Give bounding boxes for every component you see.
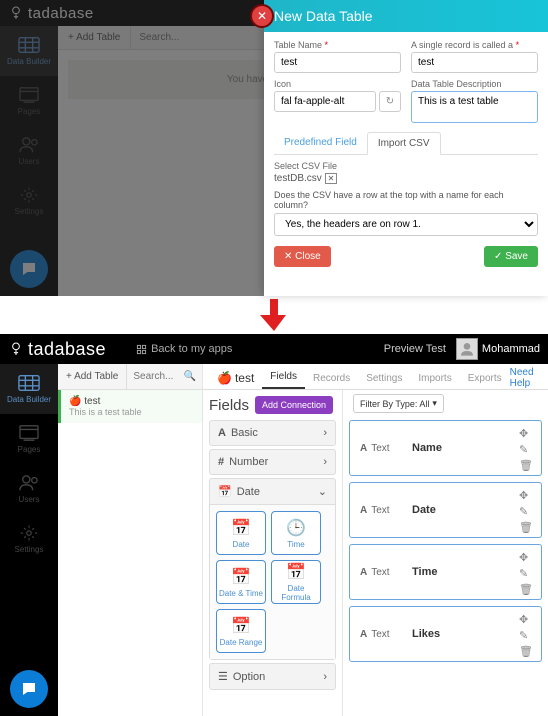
user-avatar[interactable] <box>456 338 478 360</box>
preview-link[interactable]: Preview Test <box>384 343 446 355</box>
accordion-date[interactable]: 📅Date⌄ <box>210 479 335 504</box>
chevron-right-icon: › <box>323 671 327 683</box>
chevron-right-icon: › <box>323 427 327 439</box>
close-button[interactable]: ✕ Close <box>274 246 331 267</box>
back-to-apps-link[interactable]: Back to my apps <box>136 343 232 355</box>
field-type-date-range[interactable]: 📅Date Range <box>216 609 266 653</box>
sidebar-item-pages[interactable]: Pages <box>0 76 58 126</box>
table-name-label: Table Name * <box>274 40 401 50</box>
tab-settings[interactable]: Settings <box>358 368 410 389</box>
delete-icon[interactable]: 🗑 <box>519 521 533 534</box>
delete-icon[interactable]: 🗑 <box>519 583 533 596</box>
field-card[interactable]: A TextName ✥ ✎ 🗑 <box>349 420 542 476</box>
delete-icon[interactable]: 🗑 <box>519 645 533 658</box>
sidebar: Data Builder Pages Users Settings <box>0 26 58 296</box>
move-icon[interactable]: ✥ <box>519 551 533 564</box>
flow-arrow <box>0 296 548 334</box>
table-name-tab: 🍎test <box>209 367 262 389</box>
icon-input[interactable] <box>274 91 376 112</box>
sidebar-item-users[interactable]: Users <box>0 464 58 514</box>
username: Mohammad <box>482 343 540 355</box>
tab-predefined-field[interactable]: Predefined Field <box>274 132 367 154</box>
remove-csv-icon[interactable]: ✕ <box>325 173 338 184</box>
move-icon[interactable]: ✥ <box>519 613 533 626</box>
chevron-down-icon: ⌄ <box>318 485 327 498</box>
intercom-button[interactable] <box>10 670 48 708</box>
accordion-basic[interactable]: ABasic› <box>210 421 335 445</box>
fields-title: Fields <box>209 397 249 414</box>
field-type-label: A Text <box>360 505 412 516</box>
field-card[interactable]: A TextTime ✥ ✎ 🗑 <box>349 544 542 600</box>
field-card[interactable]: A TextDate ✥ ✎ 🗑 <box>349 482 542 538</box>
accordion-option[interactable]: ☰Option› <box>210 664 335 689</box>
delete-icon[interactable]: 🗑 <box>519 459 533 472</box>
add-table-button[interactable]: + Add Table <box>58 26 131 49</box>
field-type-label: A Text <box>360 567 412 578</box>
filter-by-type-dropdown[interactable]: Filter By Type: All ▾ <box>353 394 444 413</box>
csv-file-display: testDB.csv ✕ <box>274 173 538 184</box>
save-button[interactable]: ✓ Save <box>484 246 538 267</box>
single-record-input[interactable] <box>411 52 538 73</box>
sidebar-item-settings[interactable]: Settings <box>0 514 58 564</box>
need-help-link[interactable]: Need Help <box>510 367 542 389</box>
logo: tadabase <box>8 339 106 360</box>
new-table-modal: ✕ New Data Table Table Name * A single r… <box>264 0 548 296</box>
table-item-name: 🍎 test <box>69 396 194 407</box>
csv-header-question: Does the CSV have a row at the top with … <box>274 190 538 210</box>
field-type-label: A Text <box>360 629 412 640</box>
accordion-number[interactable]: #Number› <box>210 450 335 474</box>
description-textarea[interactable] <box>411 91 538 123</box>
field-type-date-formula[interactable]: 📅Date Formula <box>271 560 321 604</box>
table-list-item[interactable]: 🍎 test This is a test table <box>58 390 202 423</box>
table-item-desc: This is a test table <box>69 407 194 417</box>
tab-imports[interactable]: Imports <box>410 368 459 389</box>
sidebar-item-users[interactable]: Users <box>0 126 58 176</box>
tab-fields[interactable]: Fields <box>262 366 305 389</box>
tables-list-panel: + Add Table 🔍 🍎 test This is a test tabl… <box>58 364 203 716</box>
intercom-button[interactable] <box>10 250 48 288</box>
table-editor-panel: 🍎test Fields Records Settings Imports Ex… <box>203 364 548 716</box>
chevron-right-icon: › <box>323 456 327 468</box>
edit-icon[interactable]: ✎ <box>519 629 533 642</box>
move-icon[interactable]: ✥ <box>519 489 533 502</box>
tables-search-input[interactable] <box>127 371 183 382</box>
edit-icon[interactable]: ✎ <box>519 443 533 456</box>
icon-refresh-button[interactable]: ↻ <box>379 91 401 112</box>
field-name: Date <box>412 504 436 516</box>
add-table-button[interactable]: + Add Table <box>58 364 127 389</box>
table-name-input[interactable] <box>274 52 401 73</box>
description-label: Data Table Description <box>411 79 538 89</box>
modal-header: ✕ New Data Table <box>264 0 548 32</box>
single-record-label: A single record is called a * <box>411 40 538 50</box>
select-csv-label: Select CSV File <box>274 161 538 171</box>
edit-icon[interactable]: ✎ <box>519 505 533 518</box>
icon-label: Icon <box>274 79 401 89</box>
field-card[interactable]: A TextLikes ✥ ✎ 🗑 <box>349 606 542 662</box>
field-name: Time <box>412 566 437 578</box>
edit-icon[interactable]: ✎ <box>519 567 533 580</box>
csv-header-select[interactable]: Yes, the headers are on row 1. <box>274 213 538 236</box>
search-icon: 🔍 <box>184 371 202 382</box>
tab-records[interactable]: Records <box>305 368 358 389</box>
sidebar-item-settings[interactable]: Settings <box>0 176 58 226</box>
bottom-header: tadabase Back to my apps Preview Test Mo… <box>0 334 548 364</box>
sidebar-item-pages[interactable]: Pages <box>0 414 58 464</box>
add-connection-button[interactable]: Add Connection <box>255 396 333 414</box>
field-name: Likes <box>412 628 440 640</box>
tab-import-csv[interactable]: Import CSV <box>367 132 441 155</box>
move-icon[interactable]: ✥ <box>519 427 533 440</box>
field-type-time[interactable]: 🕒Time <box>271 511 321 555</box>
modal-close-icon[interactable]: ✕ <box>250 4 274 28</box>
field-name: Name <box>412 442 442 454</box>
field-type-date---time[interactable]: 📅Date & Time <box>216 560 266 604</box>
sidebar-item-data-builder[interactable]: Data Builder <box>0 364 58 414</box>
sidebar-item-data-builder[interactable]: Data Builder <box>0 26 58 76</box>
field-type-date[interactable]: 📅Date <box>216 511 266 555</box>
tab-exports[interactable]: Exports <box>460 368 510 389</box>
logo: tadabase <box>8 5 94 22</box>
sidebar: Data Builder Pages Users Settings <box>0 364 58 716</box>
field-type-label: A Text <box>360 443 412 454</box>
